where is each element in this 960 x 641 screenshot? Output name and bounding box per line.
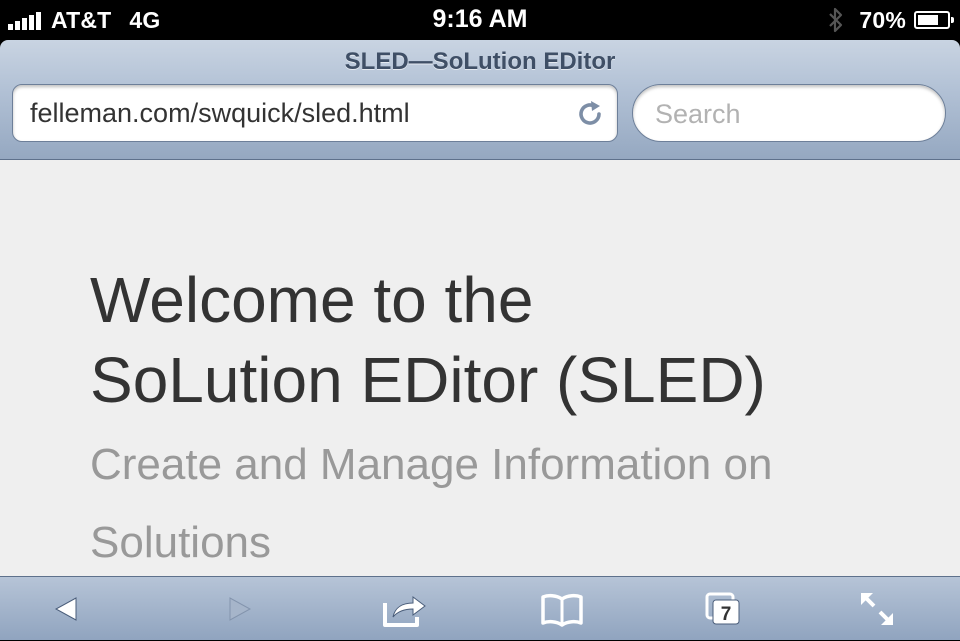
browser-toolbar: 7 — [0, 576, 960, 640]
search-placeholder: Search — [655, 99, 741, 129]
url-text: felleman.com/swquick/sled.html — [30, 98, 410, 128]
heading-line-1: Welcome to the — [90, 264, 534, 336]
battery-icon — [914, 11, 954, 29]
carrier-label: AT&T — [51, 6, 112, 33]
bookmarks-icon — [541, 593, 583, 627]
bluetooth-icon — [829, 7, 843, 33]
network-label: 4G — [129, 6, 161, 33]
fullscreen-icon — [861, 593, 893, 625]
fullscreen-button[interactable] — [842, 577, 912, 641]
battery-fill — [918, 15, 938, 25]
heading-line-2: SoLution EDitor (SLED) — [90, 344, 766, 416]
reload-icon[interactable] — [573, 97, 607, 131]
tabs-icon: 7 — [705, 592, 740, 625]
forward-arrow-icon — [229, 597, 252, 621]
web-content: Welcome to the SoLution EDitor (SLED) Cr… — [0, 160, 960, 576]
battery-percent: 70% — [859, 6, 906, 33]
share-button[interactable] — [370, 577, 440, 641]
welcome-heading: Welcome to the SoLution EDitor (SLED) — [90, 260, 910, 420]
back-arrow-icon — [54, 597, 77, 621]
tab-count: 7 — [721, 604, 732, 625]
subheading: Create and Manage Information on Solutio… — [90, 440, 773, 567]
status-left: AT&T 4G — [8, 6, 161, 34]
share-icon — [383, 596, 426, 627]
page-title: SLED—SoLution EDitor — [344, 48, 616, 75]
forward-button[interactable] — [204, 577, 274, 641]
status-right: 70% — [827, 6, 954, 34]
search-field[interactable]: Search — [632, 84, 946, 142]
browser-top-bar: SLED—SoLution EDitor felleman.com/swquic… — [0, 40, 960, 160]
signal-strength-icon — [8, 10, 43, 30]
back-button[interactable] — [32, 577, 102, 641]
bookmarks-button[interactable] — [527, 577, 597, 641]
tabs-button[interactable]: 7 — [688, 577, 758, 641]
url-field[interactable]: felleman.com/swquick/sled.html — [12, 84, 618, 142]
status-bar: AT&T 4G 9:16 AM 70% — [0, 0, 960, 40]
